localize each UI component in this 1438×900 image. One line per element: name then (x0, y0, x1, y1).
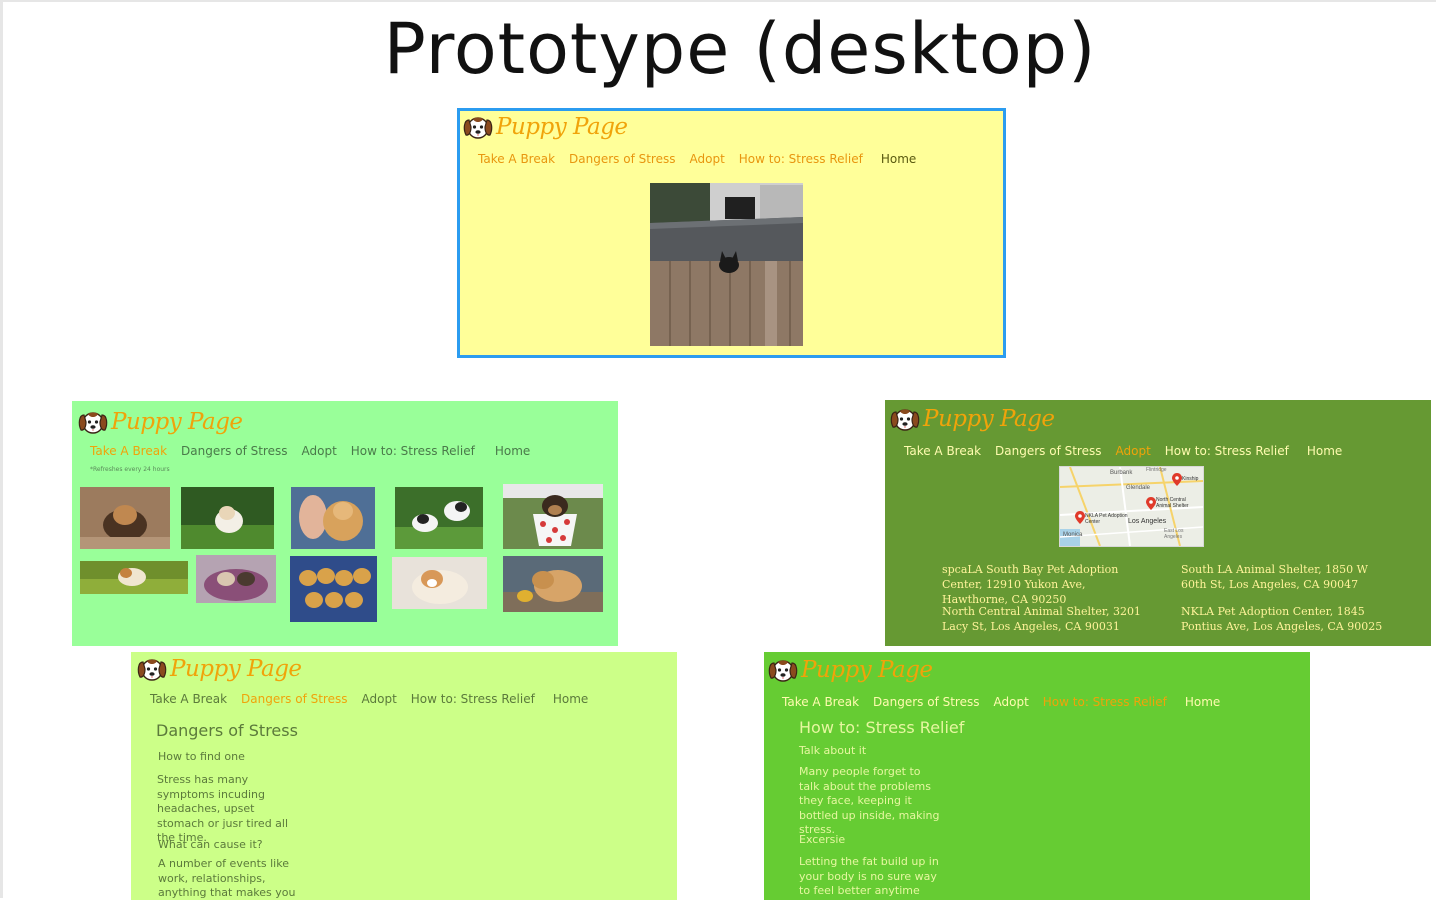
brand-name: Puppy Page (801, 657, 933, 683)
puppy-photo (503, 484, 603, 549)
brand-name: Puppy Page (496, 114, 628, 140)
subheading: How to find one (158, 750, 245, 763)
brand-name: Puppy Page (923, 406, 1055, 432)
refresh-note: *Refreshes every 24 hours (90, 466, 170, 473)
nav-home[interactable]: Home (1307, 444, 1342, 458)
nav-home[interactable]: Home (881, 152, 916, 166)
puppy-logo-icon (137, 657, 167, 681)
puppy-photo (196, 555, 276, 603)
nav-home[interactable]: Home (1185, 695, 1220, 709)
brand[interactable]: Puppy Page (768, 657, 933, 683)
subheading: Talk about it (799, 744, 867, 757)
map-label: Glendale (1126, 485, 1151, 491)
nav-dangers-of-stress[interactable]: Dangers of Stress (873, 695, 979, 709)
map-label: Burbank (1110, 470, 1133, 476)
shelter-address: spcaLA South Bay Pet Adoption Center, 12… (942, 563, 1119, 606)
nav-dangers-of-stress[interactable]: Dangers of Stress (241, 692, 347, 706)
brand-name: Puppy Page (170, 656, 302, 682)
puppy-photo (181, 487, 274, 549)
shelter-address: NKLA Pet Adoption Center, 1845 Pontius A… (1181, 605, 1383, 633)
brand[interactable]: Puppy Page (137, 656, 302, 682)
map-label: Kinship (1182, 476, 1199, 482)
brand[interactable]: Puppy Page (890, 406, 1055, 432)
puppy-photo (80, 561, 188, 594)
frame-dangers-of-stress: Puppy Page Take A Break Dangers of Stres… (131, 652, 677, 900)
nav-bar: Take A Break Dangers of Stress Adopt How… (150, 692, 588, 706)
paragraph: Letting the fat build up in your body is… (799, 855, 939, 900)
puppy-photo (395, 487, 483, 549)
paragraph: Stress has many symptoms incuding headac… (157, 773, 289, 844)
nav-take-a-break[interactable]: Take A Break (150, 692, 227, 706)
brand-name: Puppy Page (111, 409, 243, 435)
nav-take-a-break[interactable]: Take A Break (90, 444, 167, 458)
puppy-photo (290, 556, 377, 622)
puppy-photo (503, 556, 603, 612)
brand[interactable]: Puppy Page (463, 114, 628, 140)
map-pin-icon (1075, 511, 1085, 524)
nav-bar: Take A Break Dangers of Stress Adopt How… (782, 695, 1220, 709)
map-label: NKLA Pet Adoption Center (1085, 513, 1128, 525)
nav-bar: Take A Break Dangers of Stress Adopt How… (904, 444, 1342, 458)
frame-take-a-break: Puppy Page Take A Break Dangers of Stres… (72, 401, 618, 646)
shelter-address: South LA Animal Shelter, 1850 W 60th St,… (1181, 563, 1368, 591)
frame-stress-relief: Puppy Page Take A Break Dangers of Stres… (764, 652, 1310, 900)
section-heading: Dangers of Stress (156, 721, 298, 740)
puppy-logo-icon (463, 115, 493, 139)
shelter-address: North Central Animal Shelter, 3201 Lacy … (942, 605, 1141, 633)
map-pin-icon (1146, 497, 1156, 510)
puppy-fence-photo (650, 183, 803, 346)
map-label: Flintridge (1146, 467, 1167, 473)
nav-take-a-break[interactable]: Take A Break (478, 152, 555, 166)
map-label: Monica (1063, 532, 1083, 538)
nav-home[interactable]: Home (495, 444, 530, 458)
subheading: Excersie (799, 833, 846, 846)
puppy-photo (291, 487, 375, 549)
nav-take-a-break[interactable]: Take A Break (782, 695, 859, 709)
puppy-logo-icon (78, 410, 108, 434)
paragraph: A number of events like work, relationsh… (158, 857, 296, 899)
nav-adopt[interactable]: Adopt (1116, 444, 1151, 458)
nav-adopt[interactable]: Adopt (302, 444, 337, 458)
frame-adopt: Puppy Page Take A Break Dangers of Stres… (885, 400, 1431, 646)
subheading: What can cause it? (158, 838, 263, 851)
nav-adopt[interactable]: Adopt (690, 152, 725, 166)
nav-adopt[interactable]: Adopt (994, 695, 1029, 709)
nav-adopt[interactable]: Adopt (362, 692, 397, 706)
nav-dangers-of-stress[interactable]: Dangers of Stress (569, 152, 675, 166)
nav-how-to-stress-relief[interactable]: How to: Stress Relief (1043, 695, 1167, 709)
section-heading: How to: Stress Relief (799, 718, 965, 737)
map-label: Los Angeles (1128, 518, 1167, 525)
frame-home: Puppy Page Take A Break Dangers of Stres… (457, 108, 1006, 358)
puppy-photo (392, 557, 487, 609)
nav-how-to-stress-relief[interactable]: How to: Stress Relief (351, 444, 475, 458)
shelter-map[interactable]: Burbank Flintridge Glendale Kinship Nort… (1059, 466, 1204, 547)
puppy-photo (80, 487, 170, 549)
map-label: East Los Angeles (1164, 528, 1184, 540)
nav-dangers-of-stress[interactable]: Dangers of Stress (181, 444, 287, 458)
nav-take-a-break[interactable]: Take A Break (904, 444, 981, 458)
nav-home[interactable]: Home (553, 692, 588, 706)
nav-how-to-stress-relief[interactable]: How to: Stress Relief (411, 692, 535, 706)
paragraph: Many people forget to talk about the pro… (799, 765, 940, 836)
brand[interactable]: Puppy Page (78, 409, 243, 435)
nav-dangers-of-stress[interactable]: Dangers of Stress (995, 444, 1101, 458)
nav-bar: Take A Break Dangers of Stress Adopt How… (90, 444, 530, 458)
puppy-logo-icon (890, 407, 920, 431)
map-label: North Central Animal Shelter (1156, 497, 1189, 509)
nav-how-to-stress-relief[interactable]: How to: Stress Relief (1165, 444, 1289, 458)
nav-bar: Take A Break Dangers of Stress Adopt How… (478, 152, 916, 166)
page-title: Prototype (desktop) (383, 8, 1097, 90)
nav-how-to-stress-relief[interactable]: How to: Stress Relief (739, 152, 863, 166)
puppy-logo-icon (768, 658, 798, 682)
map-pin-icon (1172, 473, 1182, 486)
